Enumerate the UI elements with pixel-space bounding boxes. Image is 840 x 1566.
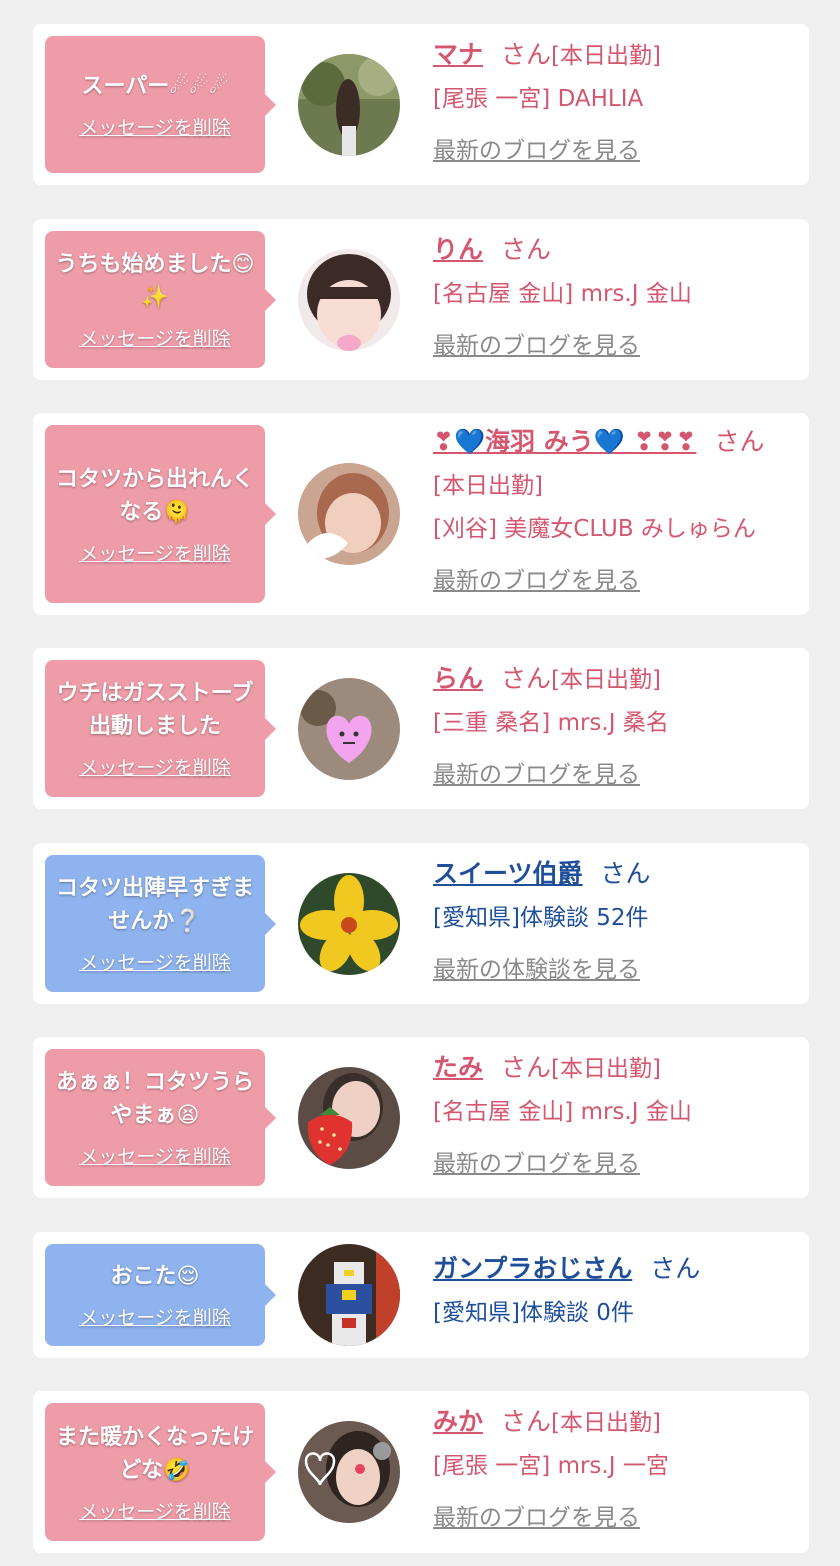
profile-info: マナ さん[本日出勤] [尾張 一宮] DAHLIA 最新のブログを見る — [433, 40, 795, 165]
latest-blog-link[interactable]: 最新のブログを見る — [433, 1144, 640, 1178]
profile-info: りん さん [名古屋 金山] mrs.J 金山 最新のブログを見る — [433, 235, 795, 360]
status-badge: [本日出勤] — [551, 667, 661, 693]
message-bubble: うちも始めました😊✨ メッセージを削除 — [45, 231, 276, 368]
message-bubble: スーパー☄☄☄ メッセージを削除 — [45, 36, 276, 173]
honorific: さん — [501, 664, 552, 693]
profile-info: スイーツ伯爵 さん [愛知県]体験談 52件 最新の体験談を見る — [433, 859, 795, 984]
message-bubble: ウチはガスストーブ出動しました メッセージを削除 — [45, 660, 276, 797]
profile-info: ❣💙海羽 みう💙 ❣❣❣ さん [本日出勤] [刈谷] 美魔女CLUB みしゅらん… — [433, 427, 795, 595]
honorific: さん — [501, 1053, 552, 1082]
shop-name: [名古屋 金山] mrs.J 金山 — [433, 1099, 692, 1125]
honorific: さん — [501, 1407, 552, 1436]
message-text: おこた😌 — [110, 1264, 200, 1289]
status-badge: [本日出勤] — [433, 473, 543, 499]
message-bubble: コタツ出陣早すぎませんか❔ メッセージを削除 — [45, 855, 276, 992]
message-bubble: また暖かくなったけどな🤣 メッセージを削除 — [45, 1403, 276, 1541]
list-item: コタツ出陣早すぎませんか❔ メッセージを削除 スイーツ伯爵 さん [愛知県]体験談 — [33, 843, 809, 1004]
honorific: さん — [650, 1254, 701, 1283]
list-item: あぁぁ！コタツうらやまぁ😫 メッセージを削除 たみ さん[本日出勤] [名古屋 金… — [33, 1037, 809, 1198]
delete-message-link[interactable]: メッセージを削除 — [79, 1303, 231, 1330]
profile-name-link[interactable]: たみ — [433, 1053, 483, 1082]
list-item: ウチはガスストーブ出動しました メッセージを削除 らん さん[本日出勤] [三重 … — [33, 648, 809, 809]
list-item: コタツから出れんくなる🫠 メッセージを削除 ❣💙海羽 みう💙 ❣❣❣ さん [本日… — [33, 413, 809, 615]
profile-info: みか さん[本日出勤] [尾張 一宮] mrs.J 一宮 最新のブログを見る — [433, 1407, 795, 1532]
delete-message-link[interactable]: メッセージを削除 — [79, 1497, 231, 1524]
honorific: さん — [600, 859, 651, 888]
message-text: あぁぁ！コタツうらやまぁ😫 — [55, 1070, 254, 1128]
delete-message-link[interactable]: メッセージを削除 — [79, 539, 231, 566]
status-badge: [本日出勤] — [551, 1056, 661, 1082]
delete-message-link[interactable]: メッセージを削除 — [79, 113, 231, 140]
message-list: スーパー☄☄☄ メッセージを削除 マナ さん[本日出勤] [尾張 一宮] DAHL… — [0, 0, 840, 1566]
message-bubble: あぁぁ！コタツうらやまぁ😫 メッセージを削除 — [45, 1049, 276, 1186]
avatar[interactable] — [298, 873, 400, 975]
latest-blog-link[interactable]: 最新のブログを見る — [433, 1498, 640, 1532]
delete-message-link[interactable]: メッセージを削除 — [79, 324, 231, 351]
profile-name-link[interactable]: りん — [433, 235, 483, 264]
profile-info: らん さん[本日出勤] [三重 桑名] mrs.J 桑名 最新のブログを見る — [433, 664, 795, 789]
avatar[interactable] — [298, 678, 400, 780]
delete-message-link[interactable]: メッセージを削除 — [79, 1142, 231, 1169]
shop-name: [名古屋 金山] mrs.J 金山 — [433, 281, 692, 307]
shop-name: [刈谷] 美魔女CLUB みしゅらん — [433, 516, 756, 542]
review-count: [愛知県]体験談 52件 — [433, 905, 649, 931]
message-text: コタツから出れんくなる🫠 — [55, 466, 254, 525]
avatar[interactable] — [298, 1244, 400, 1346]
list-item: うちも始めました😊✨ メッセージを削除 りん さん [名古屋 金山] mrs.J … — [33, 219, 809, 380]
message-text: ウチはガスストーブ出動しました — [56, 681, 254, 739]
message-text: うちも始めました😊✨ — [55, 252, 255, 310]
latest-review-link[interactable]: 最新の体験談を見る — [433, 950, 640, 984]
honorific: さん — [714, 427, 765, 456]
message-text: コタツ出陣早すぎませんか❔ — [55, 876, 254, 934]
profile-info: たみ さん[本日出勤] [名古屋 金山] mrs.J 金山 最新のブログを見る — [433, 1053, 795, 1178]
status-badge: [本日出勤] — [551, 1410, 661, 1436]
profile-name-link[interactable]: ❣💙海羽 みう💙 ❣❣❣ — [433, 427, 696, 456]
avatar[interactable] — [298, 54, 400, 156]
shop-name: [尾張 一宮] mrs.J 一宮 — [433, 1453, 669, 1479]
latest-blog-link[interactable]: 最新のブログを見る — [433, 755, 640, 789]
honorific: さん — [501, 40, 552, 69]
latest-blog-link[interactable]: 最新のブログを見る — [433, 131, 640, 165]
profile-name-link[interactable]: らん — [433, 664, 483, 693]
message-text: スーパー☄☄☄ — [81, 73, 229, 99]
avatar[interactable] — [298, 463, 400, 565]
shop-name: [三重 桑名] mrs.J 桑名 — [433, 710, 669, 736]
profile-name-link[interactable]: みか — [433, 1407, 483, 1436]
message-bubble: コタツから出れんくなる🫠 メッセージを削除 — [45, 425, 276, 603]
status-badge: [本日出勤] — [551, 43, 661, 69]
avatar[interactable] — [298, 249, 400, 351]
message-bubble: おこた😌 メッセージを削除 — [45, 1244, 276, 1346]
review-count: [愛知県]体験談 0件 — [433, 1300, 634, 1326]
list-item: また暖かくなったけどな🤣 メッセージを削除 みか さん[本日出勤] [尾張 一宮]… — [33, 1391, 809, 1553]
list-item: おこた😌 メッセージを削除 ガンプラおじさん さん [愛知県]体験談 0件 — [33, 1232, 809, 1358]
profile-name-link[interactable]: スイーツ伯爵 — [433, 859, 583, 888]
delete-message-link[interactable]: メッセージを削除 — [79, 948, 231, 975]
avatar[interactable] — [298, 1421, 400, 1523]
profile-name-link[interactable]: マナ — [433, 40, 483, 69]
latest-blog-link[interactable]: 最新のブログを見る — [433, 326, 640, 360]
message-text: また暖かくなったけどな🤣 — [55, 1424, 254, 1483]
honorific: さん — [501, 235, 552, 264]
shop-name: [尾張 一宮] DAHLIA — [433, 86, 644, 112]
list-item: スーパー☄☄☄ メッセージを削除 マナ さん[本日出勤] [尾張 一宮] DAHL… — [33, 24, 809, 185]
latest-blog-link[interactable]: 最新のブログを見る — [433, 561, 640, 595]
profile-name-link[interactable]: ガンプラおじさん — [433, 1254, 632, 1283]
avatar[interactable] — [298, 1067, 400, 1169]
profile-info: ガンプラおじさん さん [愛知県]体験談 0件 — [433, 1254, 795, 1328]
delete-message-link[interactable]: メッセージを削除 — [79, 753, 231, 780]
